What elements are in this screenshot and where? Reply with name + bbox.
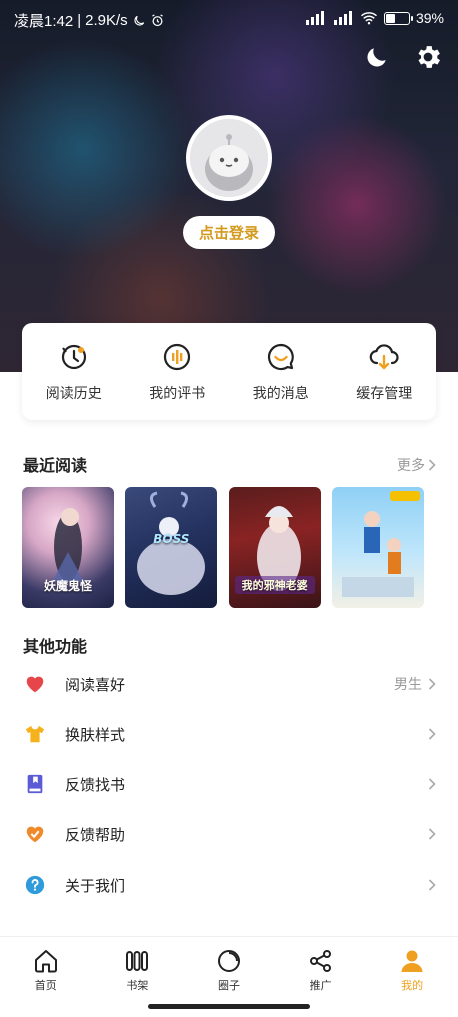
chevron-right-icon (428, 778, 436, 790)
settings-button[interactable] (413, 42, 443, 72)
book-icon (27, 774, 43, 794)
list-item-label: 关于我们 (65, 876, 126, 895)
tab-label: 书架 (126, 979, 149, 992)
quick-action-label: 我的评书 (149, 386, 206, 402)
book-cover-title: 我的邪神老婆 (234, 576, 315, 594)
book-cover-title: BOSS (153, 532, 190, 546)
list-item-reading-preference[interactable]: 阅读喜好 男生 (0, 659, 458, 709)
list-item-feedback-help[interactable]: 反馈帮助 (0, 809, 458, 859)
chevron-right-icon (428, 879, 436, 891)
tab-label: 圈子 (217, 979, 240, 992)
cloud-download-icon (369, 344, 399, 370)
signal-hd-2-icon (333, 11, 352, 25)
list-item-skin-style[interactable]: 换肤样式 (0, 709, 458, 759)
book-cover[interactable]: BOSS (125, 487, 218, 608)
book-cover-illustration (341, 491, 420, 597)
other-functions-title: 其他功能 (23, 637, 88, 656)
recent-books-list: 妖魔鬼怪 BOSS 我的邪神老婆 (22, 487, 424, 608)
moon-icon (367, 48, 386, 67)
book-cover-illustration (137, 491, 206, 595)
book-cover[interactable]: 妖魔鬼怪 (22, 487, 114, 608)
battery-level-fill (385, 13, 395, 23)
circle-icon (217, 950, 240, 972)
list-item-label: 反馈找书 (65, 775, 126, 794)
quick-action-my-reviews[interactable]: 我的评书 (126, 323, 230, 420)
recent-reading-title: 最近阅读 (23, 456, 88, 475)
list-item-label: 换肤样式 (65, 725, 126, 744)
book-cover[interactable]: 我的邪神老婆 (228, 487, 321, 608)
history-icon (61, 344, 86, 370)
chevron-right-icon (428, 728, 436, 740)
tshirt-icon (25, 725, 45, 743)
wifi-icon (360, 12, 377, 25)
tab-label: 我的 (401, 979, 424, 992)
list-item-value: 男生 (394, 677, 422, 693)
avatar[interactable] (186, 115, 272, 201)
tab-label: 首页 (34, 979, 57, 992)
quick-action-label: 阅读历史 (45, 386, 102, 402)
tab-mine[interactable]: 我的 (366, 937, 458, 1017)
default-avatar-robot-icon (190, 119, 268, 197)
quick-action-my-messages[interactable]: 我的消息 (229, 323, 333, 420)
night-mode-button[interactable] (362, 42, 392, 72)
quick-action-label: 我的消息 (252, 386, 309, 402)
signal-hd-icon (305, 11, 324, 25)
network-speed: 2.9K/s (85, 12, 128, 29)
home-icon (34, 950, 57, 973)
list-item-label: 阅读喜好 (65, 675, 126, 694)
chevron-right-icon (428, 678, 436, 690)
battery-percent: 39% (415, 10, 444, 26)
chevron-right-icon (428, 459, 436, 471)
more-link[interactable]: 更多 (397, 455, 436, 475)
chevron-right-icon (428, 828, 436, 840)
alarm-icon (151, 14, 163, 27)
book-cover[interactable] (331, 487, 424, 608)
quick-action-cache-management[interactable]: 缓存管理 (333, 323, 437, 420)
status-bar: 凌晨1:42 | 2.9K/s 39% (14, 10, 444, 30)
more-label: 更多 (397, 458, 425, 474)
question-icon (25, 875, 45, 895)
message-icon (267, 343, 294, 371)
list-item-feedback-find-book[interactable]: 反馈找书 (0, 759, 458, 809)
login-button[interactable]: 点击登录 (183, 216, 275, 249)
audio-book-icon (164, 343, 191, 371)
book-cover-title: 妖魔鬼怪 (43, 579, 92, 593)
status-time: 凌晨1:42 (14, 13, 74, 30)
home-indicator (148, 1004, 310, 1009)
heart-icon (26, 676, 44, 693)
quick-actions-card: 阅读历史 我的评书 我的消息 缓存管理 (22, 323, 436, 420)
share-icon (309, 950, 331, 972)
list-item-about-us[interactable]: 关于我们 (0, 860, 458, 910)
help-heart-icon (26, 826, 44, 843)
tab-label: 推广 (309, 979, 332, 992)
list-item-label: 反馈帮助 (65, 825, 126, 844)
battery-icon (383, 11, 413, 25)
person-icon (401, 950, 423, 972)
tab-home[interactable]: 首页 (0, 937, 92, 1017)
quick-action-label: 缓存管理 (356, 386, 413, 402)
do-not-disturb-moon-icon (134, 15, 144, 26)
quick-action-reading-history[interactable]: 阅读历史 (22, 323, 126, 420)
gear-icon (418, 46, 440, 68)
bookshelf-icon (126, 951, 149, 971)
